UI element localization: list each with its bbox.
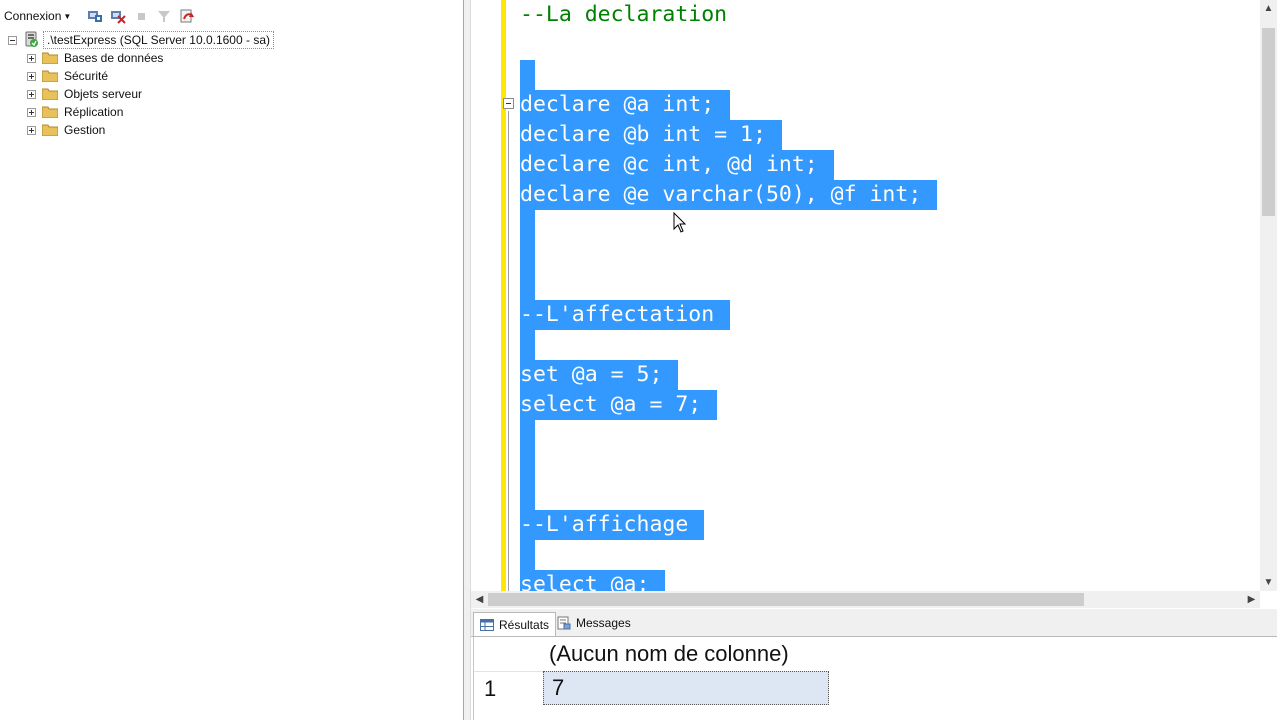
object-explorer-pane: Connexion ▼ .\testExpress (SQL Server 10…: [0, 0, 463, 720]
selection-highlight: [520, 210, 535, 300]
messages-icon: [557, 616, 571, 630]
code-line[interactable]: --L'affichage: [520, 510, 705, 540]
tree-node-label: Bases de données: [64, 51, 164, 65]
code-line[interactable]: set @a = 5;: [520, 360, 679, 390]
code-line[interactable]: select @a = 7;: [520, 390, 718, 420]
tree-node-label: Réplication: [64, 105, 124, 119]
code-text: --La declaration: [520, 2, 728, 27]
editor-margin: [464, 0, 471, 720]
code-text: declare @c int, @d int;: [520, 150, 834, 180]
tree-node-management[interactable]: Gestion: [27, 121, 105, 139]
row-number[interactable]: 1: [474, 671, 543, 705]
code-line[interactable]: declare @c int, @d int;: [520, 150, 834, 180]
chevron-down-icon: ▼: [63, 11, 72, 21]
tab-messages[interactable]: Messages: [551, 612, 637, 634]
code-text: select @a = 7;: [520, 390, 718, 420]
selection-highlight: [520, 330, 535, 360]
vertical-scroll-thumb[interactable]: [1262, 28, 1275, 216]
expand-icon[interactable]: [27, 53, 36, 63]
code-text: set @a = 5;: [520, 360, 679, 390]
scroll-left-icon[interactable]: ◀: [471, 591, 488, 608]
tree-node-label: Objets serveur: [64, 87, 143, 101]
change-tracking-bar: [501, 0, 506, 591]
tab-messages-label: Messages: [576, 616, 631, 630]
horizontal-scroll-thumb[interactable]: [488, 593, 1084, 606]
folder-icon: [42, 52, 58, 64]
code-text: declare @e varchar(50), @f int;: [520, 180, 938, 210]
code-line[interactable]: select @a;: [520, 570, 666, 591]
query-editor[interactable]: --La declaration declare @a int; declare…: [471, 0, 1260, 591]
tree-node-server-objects[interactable]: Objets serveur: [27, 85, 142, 103]
results-grid[interactable]: (Aucun nom de colonne) 1 7: [473, 637, 1274, 720]
server-icon: [23, 31, 39, 50]
selection-highlight: [520, 540, 535, 570]
mouse-pointer-icon: [673, 212, 687, 233]
disconnect-icon[interactable]: [109, 7, 127, 25]
grid-icon: [480, 618, 494, 631]
folder-icon: [42, 124, 58, 136]
selection-highlight: [520, 60, 535, 90]
code-text: --L'affectation: [520, 300, 731, 330]
connect-label: Connexion: [4, 9, 62, 23]
tree-node-databases[interactable]: Bases de données: [27, 49, 163, 67]
grid-cell[interactable]: 7: [543, 671, 829, 705]
code-line[interactable]: declare @b int = 1;: [520, 120, 782, 150]
tree-node-label: Gestion: [64, 123, 106, 137]
refresh-icon[interactable]: [178, 7, 196, 25]
code-text: select @a;: [520, 570, 666, 591]
tab-results-label: Résultats: [499, 617, 550, 632]
code-line[interactable]: --La declaration: [520, 0, 727, 30]
vertical-scrollbar[interactable]: ▲ ▼: [1260, 0, 1277, 591]
results-tab-strip: Résultats Messages: [471, 609, 1277, 637]
collapse-icon[interactable]: [8, 35, 17, 45]
expand-icon[interactable]: [27, 89, 36, 99]
horizontal-scrollbar[interactable]: ◀ ▶: [471, 591, 1260, 608]
expand-icon[interactable]: [27, 107, 36, 117]
code-line[interactable]: declare @a int;: [520, 90, 731, 120]
object-explorer-toolbar: Connexion ▼: [0, 0, 463, 31]
connect-dropdown-button[interactable]: Connexion ▼: [4, 7, 71, 25]
code-text: declare @a int;: [520, 90, 731, 120]
code-text: --L'affichage: [520, 510, 705, 540]
server-label: .\testExpress (SQL Server 10.0.1600 - sa…: [43, 31, 274, 49]
column-header[interactable]: (Aucun nom de colonne): [543, 637, 829, 671]
collapse-region-icon[interactable]: [503, 98, 514, 109]
folder-icon: [42, 106, 58, 118]
tree-node-server[interactable]: .\testExpress (SQL Server 10.0.1600 - sa…: [8, 31, 274, 49]
scroll-up-icon[interactable]: ▲: [1260, 0, 1277, 17]
tree-node-label: Sécurité: [64, 69, 109, 83]
scroll-down-icon[interactable]: ▼: [1260, 574, 1277, 591]
filter-icon[interactable]: [155, 7, 173, 25]
tree-node-security[interactable]: Sécurité: [27, 67, 108, 85]
folder-icon: [42, 70, 58, 82]
expand-icon[interactable]: [27, 125, 36, 135]
code-line[interactable]: --L'affectation: [520, 300, 731, 330]
outline-guide: [508, 111, 509, 591]
tab-results[interactable]: Résultats: [473, 612, 557, 636]
code-line[interactable]: declare @e varchar(50), @f int;: [520, 180, 938, 210]
stop-icon[interactable]: [132, 7, 150, 25]
selection-highlight: [520, 420, 535, 510]
tree-node-replication[interactable]: Réplication: [27, 103, 123, 121]
code-text: declare @b int = 1;: [520, 120, 782, 150]
scroll-right-icon[interactable]: ▶: [1243, 591, 1260, 608]
folder-icon: [42, 88, 58, 100]
expand-icon[interactable]: [27, 71, 36, 81]
connect-icon[interactable]: [86, 7, 104, 25]
